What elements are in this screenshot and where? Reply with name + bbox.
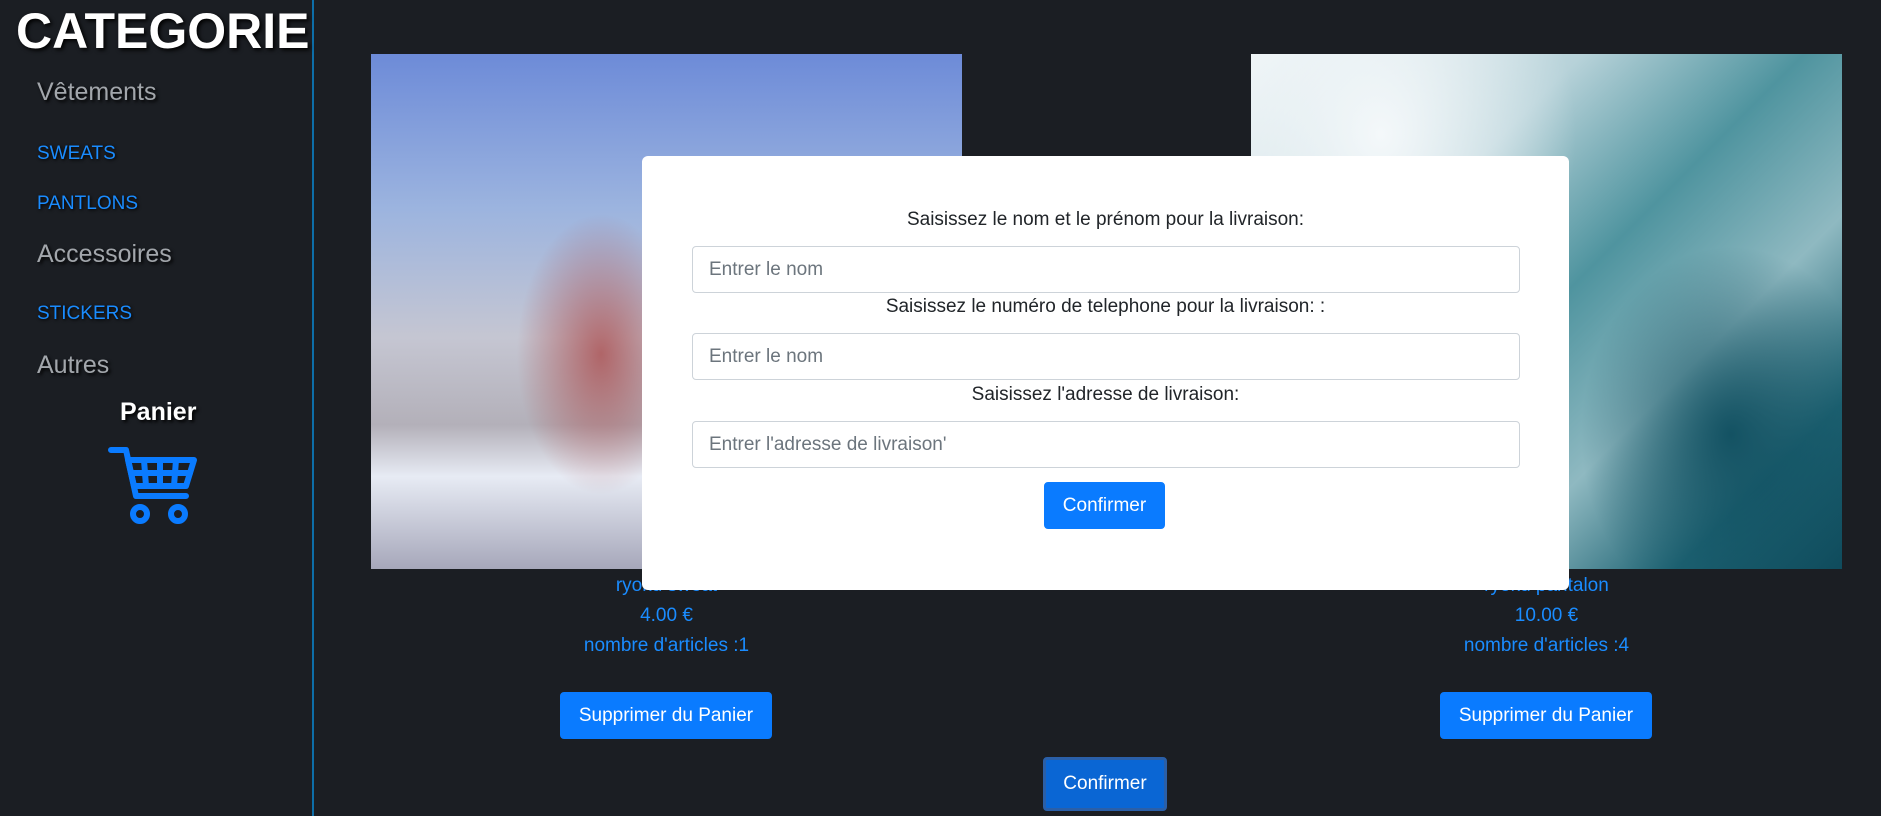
group-autres: Autres [37, 351, 110, 379]
phone-input[interactable] [692, 333, 1520, 380]
category-sidebar: CATEGORIE Vêtements SWEATS PANTLONS Acce… [0, 0, 314, 816]
sidebar-link-sweats[interactable]: SWEATS [37, 143, 116, 165]
remove-from-cart-button[interactable]: Supprimer du Panier [560, 692, 772, 739]
name-label: Saisissez le nom et le prénom pour la li… [906, 209, 1305, 230]
group-vetements: Vêtements [37, 78, 157, 106]
product-count: nombre d'articles :1 [583, 635, 750, 656]
sidebar-link-pantlons[interactable]: PANTLONS [37, 193, 138, 215]
product-price: 10.00 € [1514, 605, 1579, 626]
phone-label: Saisissez le numéro de telephone pour la… [885, 296, 1326, 317]
address-input[interactable] [692, 421, 1520, 468]
address-label: Saisissez l'adresse de livraison: [971, 384, 1240, 405]
group-accessoires: Accessoires [37, 240, 172, 268]
delivery-modal: Saisissez le nom et le prénom pour la li… [642, 156, 1569, 590]
product-count: nombre d'articles :4 [1463, 635, 1630, 656]
name-input[interactable] [692, 246, 1520, 293]
panier-label[interactable]: Panier [120, 398, 196, 427]
sidebar-link-stickers[interactable]: STICKERS [37, 303, 132, 325]
modal-confirm-button[interactable]: Confirmer [1044, 482, 1165, 529]
shopping-cart-icon[interactable] [108, 444, 198, 526]
remove-from-cart-button[interactable]: Supprimer du Panier [1440, 692, 1652, 739]
category-title: CATEGORIE [16, 3, 310, 59]
confirm-order-button[interactable]: Confirmer [1043, 757, 1167, 811]
product-price: 4.00 € [640, 605, 693, 626]
